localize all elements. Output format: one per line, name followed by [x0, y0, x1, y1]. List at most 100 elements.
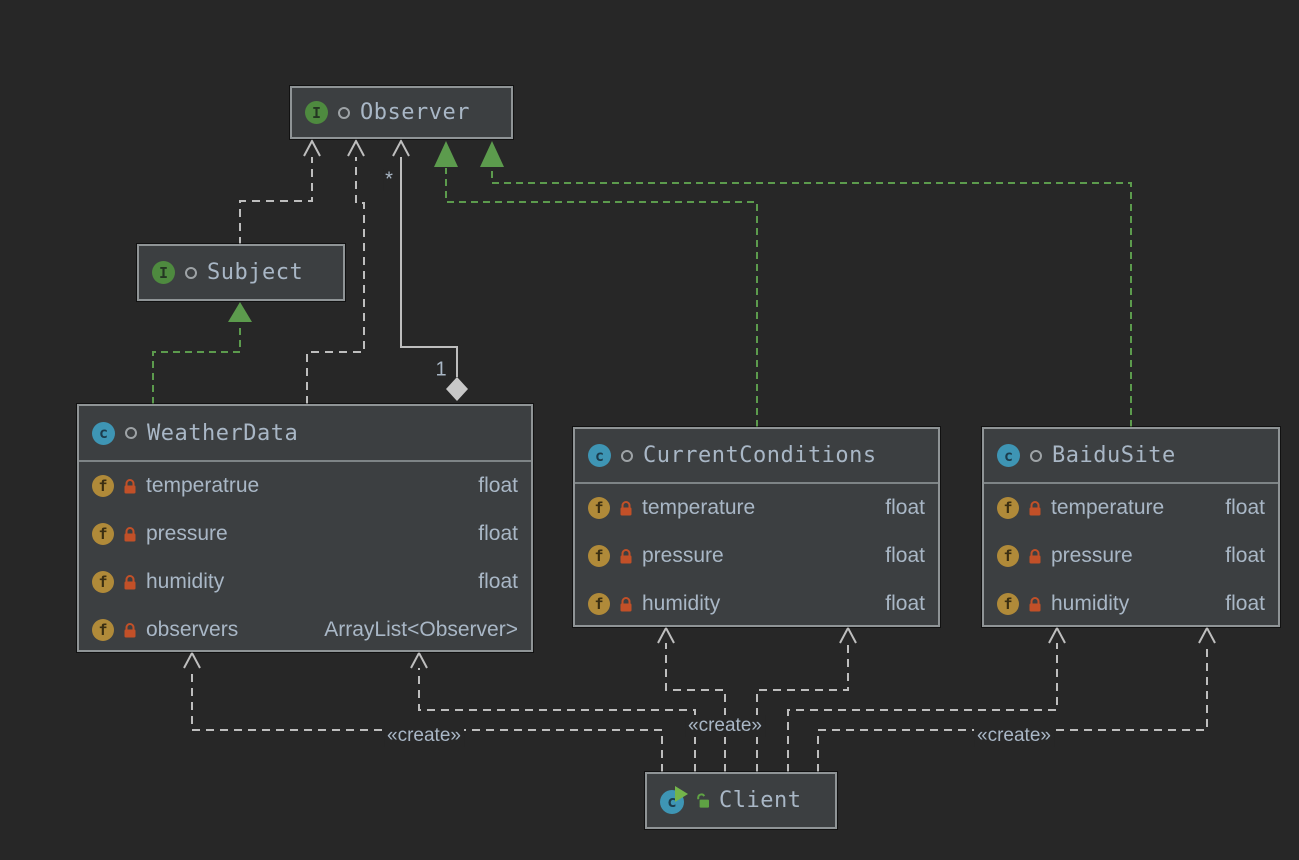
field-type: ArrayList<Observer>: [324, 618, 518, 642]
triangle-arrowhead-icon: [434, 141, 458, 167]
node-observer[interactable]: I Observer: [290, 86, 513, 139]
field-name: observers: [146, 618, 238, 642]
field-row[interactable]: f pressure float: [79, 510, 531, 558]
private-lock-icon: [619, 596, 633, 612]
open-arrowhead-icon: [1049, 628, 1065, 643]
field-row[interactable]: f pressure float: [984, 532, 1278, 580]
field-type: float: [1225, 496, 1265, 520]
visibility-icon: [621, 450, 633, 462]
edge-client-creates-weatherdata-1[interactable]: [184, 653, 662, 772]
node-title: BaiduSite: [1052, 443, 1176, 468]
field-icon: f: [92, 523, 114, 545]
multiplicity-label-one: 1: [433, 359, 448, 382]
field-name: temperature: [1051, 496, 1164, 520]
field-row[interactable]: f humidity float: [79, 558, 531, 606]
open-arrowhead-icon: [1199, 628, 1215, 643]
run-play-icon: [675, 786, 688, 802]
field-icon: f: [588, 545, 610, 567]
edge-weatherdata-aggregates-observer[interactable]: [393, 141, 468, 401]
node-title: Client: [719, 788, 801, 813]
field-icon: f: [92, 571, 114, 593]
field-row[interactable]: f pressure float: [575, 532, 938, 580]
private-lock-icon: [619, 548, 633, 564]
field-name: humidity: [146, 570, 224, 594]
node-currentconditions[interactable]: c CurrentConditions f temperature float …: [573, 427, 940, 627]
private-lock-icon: [619, 500, 633, 516]
triangle-arrowhead-icon: [228, 302, 252, 322]
node-baidusite[interactable]: c BaiduSite f temperature float f pressu…: [982, 427, 1280, 627]
private-lock-icon: [123, 478, 137, 494]
field-name: humidity: [642, 592, 720, 616]
field-name: pressure: [146, 522, 228, 546]
field-type: float: [478, 474, 518, 498]
open-arrowhead-icon: [348, 141, 364, 156]
open-arrowhead-icon: [840, 628, 856, 643]
field-type: float: [478, 570, 518, 594]
field-icon: f: [92, 475, 114, 497]
field-icon: f: [588, 497, 610, 519]
node-subject[interactable]: I Subject: [137, 244, 345, 301]
field-icon: f: [997, 545, 1019, 567]
visibility-icon: [125, 427, 137, 439]
open-arrowhead-icon: [393, 141, 409, 156]
diagram-canvas: I Observer I Subject c WeatherData f tem…: [0, 0, 1299, 860]
fields-section: f temperatrue float f pressure float f h…: [79, 460, 531, 654]
edge-label-create: «create»: [384, 725, 464, 747]
aggregation-diamond-icon: [446, 377, 468, 401]
node-client[interactable]: c Client: [645, 772, 837, 829]
field-icon: f: [588, 593, 610, 615]
field-row[interactable]: f observers ArrayList<Observer>: [79, 606, 531, 654]
field-type: float: [1225, 592, 1265, 616]
runnable-class-icon: c: [660, 789, 687, 813]
edge-label-create: «create»: [974, 725, 1054, 747]
field-name: temperatrue: [146, 474, 259, 498]
private-lock-icon: [123, 526, 137, 542]
field-name: temperature: [642, 496, 755, 520]
edge-baidusite-implements-observer[interactable]: [480, 141, 1131, 427]
edge-client-creates-currentconditions-1[interactable]: [658, 628, 725, 772]
fields-section: f temperature float f pressure float f h…: [575, 482, 938, 628]
open-arrowhead-icon: [184, 653, 200, 668]
interface-icon: I: [152, 261, 175, 284]
edge-subject-to-observer[interactable]: [240, 141, 320, 245]
field-row[interactable]: f temperature float: [575, 484, 938, 532]
field-row[interactable]: f humidity float: [575, 580, 938, 628]
edge-client-creates-currentconditions-2[interactable]: [757, 628, 856, 772]
field-row[interactable]: f temperatrue float: [79, 462, 531, 510]
public-open-lock-icon: [695, 792, 711, 809]
field-name: humidity: [1051, 592, 1129, 616]
open-arrowhead-icon: [304, 141, 320, 156]
private-lock-icon: [1028, 500, 1042, 516]
field-icon: f: [997, 593, 1019, 615]
edge-client-creates-baidusite-2[interactable]: [818, 628, 1215, 772]
private-lock-icon: [123, 622, 137, 638]
private-lock-icon: [1028, 548, 1042, 564]
field-type: float: [885, 592, 925, 616]
node-title: Subject: [207, 260, 303, 285]
field-name: pressure: [1051, 544, 1133, 568]
edge-weatherdata-implements-subject[interactable]: [153, 302, 252, 404]
visibility-icon: [338, 107, 350, 119]
triangle-arrowhead-icon: [480, 141, 504, 167]
multiplicity-label-star: *: [383, 169, 395, 192]
open-arrowhead-icon: [658, 628, 674, 643]
open-arrowhead-icon: [411, 653, 427, 668]
field-row[interactable]: f temperature float: [984, 484, 1278, 532]
edge-label-create: «create»: [685, 715, 765, 737]
class-icon: c: [92, 422, 115, 445]
private-lock-icon: [123, 574, 137, 590]
field-type: float: [885, 544, 925, 568]
interface-icon: I: [305, 101, 328, 124]
edge-client-creates-weatherdata-2[interactable]: [411, 653, 695, 772]
field-row[interactable]: f humidity float: [984, 580, 1278, 628]
field-type: float: [885, 496, 925, 520]
node-title: Observer: [360, 100, 470, 125]
fields-section: f temperature float f pressure float f h…: [984, 482, 1278, 628]
class-icon: c: [997, 444, 1020, 467]
visibility-icon: [1030, 450, 1042, 462]
field-icon: f: [92, 619, 114, 641]
node-title: WeatherData: [147, 421, 298, 446]
class-icon: c: [588, 444, 611, 467]
node-weatherdata[interactable]: c WeatherData f temperatrue float f pres…: [77, 404, 533, 652]
edge-client-creates-baidusite-1[interactable]: [788, 628, 1065, 772]
